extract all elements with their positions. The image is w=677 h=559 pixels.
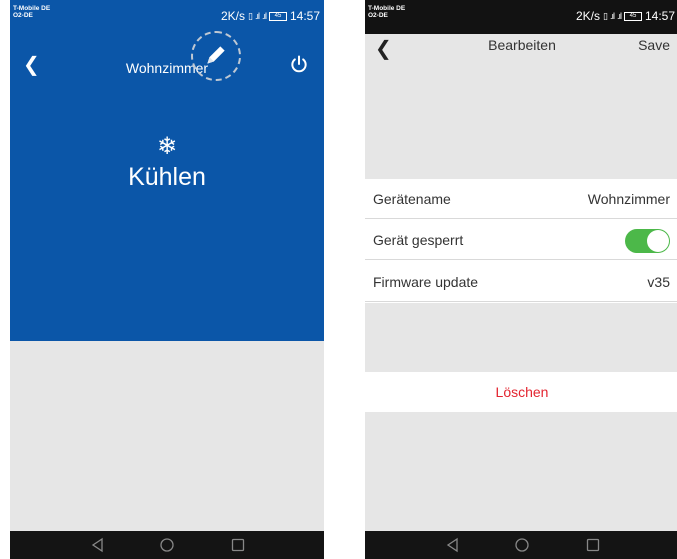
battery-icon: 45	[268, 11, 287, 21]
firmware-version: v35	[647, 274, 670, 290]
carrier-line-1: T-Mobile DE	[368, 5, 406, 12]
save-button[interactable]: Save	[638, 37, 670, 53]
carrier-label: T-Mobile DE O2-DE	[368, 5, 405, 19]
device-screen: T-Mobile DE O2-DE 2K/s ▯ .ıl .ıl 45 14:5…	[10, 0, 324, 559]
status-bar: T-Mobile DE O2-DE 2K/s ▯ .ıl .ıl 45 14:5…	[365, 0, 677, 34]
delete-button[interactable]: Löschen	[365, 372, 677, 412]
firmware-update-label: Firmware update	[373, 274, 479, 290]
nav-recent-icon[interactable]	[230, 537, 246, 553]
clock: 14:57	[644, 9, 675, 23]
pencil-icon[interactable]	[203, 42, 229, 68]
carrier-line-1: T-Mobile DE	[13, 5, 51, 12]
device-locked-label: Gerät gesperrt	[373, 232, 464, 248]
delete-label: Löschen	[495, 384, 549, 400]
battery-icon: 45	[623, 11, 642, 21]
device-title: Wohnzimmer	[125, 60, 209, 76]
power-icon[interactable]	[289, 54, 309, 74]
clock: 14:57	[289, 9, 320, 23]
nav-recent-icon[interactable]	[585, 537, 601, 553]
firmware-update-row[interactable]: Firmware update v35	[365, 262, 677, 302]
signal-4g-icon: .ıl	[254, 11, 260, 21]
section-spacer	[365, 303, 677, 372]
signal-icon: .ıl	[616, 11, 622, 21]
network-speed: 2K/s	[575, 9, 600, 23]
empty-area	[365, 412, 677, 531]
device-name-label: Gerätename	[373, 191, 451, 207]
network-speed: 2K/s	[220, 9, 245, 23]
status-icons: 2K/s ▯ .ıl .ıl 45 14:57	[221, 9, 320, 23]
signal-4g-icon: .ıl	[609, 11, 615, 21]
device-locked-row: Gerät gesperrt	[365, 220, 677, 260]
vibrate-icon: ▯	[247, 10, 253, 21]
system-navbar	[10, 531, 324, 559]
status-bar: T-Mobile DE O2-DE 2K/s ▯ .ıl .ıl 45 14:5…	[10, 0, 324, 34]
carrier-line-2: O2-DE	[368, 12, 388, 19]
nav-home-icon[interactable]	[514, 537, 530, 553]
system-navbar	[365, 531, 677, 559]
snowflake-icon: ❄	[156, 133, 178, 160]
mode-label: Kühlen	[128, 163, 206, 191]
device-locked-toggle[interactable]	[625, 229, 670, 253]
empty-area	[10, 341, 324, 531]
device-name-value[interactable]: Wohnzimmer	[588, 191, 670, 207]
settings-screen: T-Mobile DE O2-DE 2K/s ▯ .ıl .ıl 45 14:5…	[365, 0, 677, 559]
vibrate-icon: ▯	[602, 10, 608, 21]
nav-back-icon[interactable]	[90, 537, 106, 553]
page-title: Bearbeiten	[488, 37, 556, 53]
nav-home-icon[interactable]	[159, 537, 175, 553]
signal-icon: .ıl	[261, 11, 267, 21]
status-icons: 2K/s ▯ .ıl .ıl 45 14:57	[576, 9, 675, 23]
carrier-line-2: O2-DE	[13, 12, 33, 19]
carrier-label: T-Mobile DE O2-DE	[13, 5, 50, 19]
toggle-knob	[647, 230, 669, 252]
nav-back-icon[interactable]	[445, 537, 461, 553]
device-name-row[interactable]: Gerätename Wohnzimmer	[365, 179, 677, 219]
